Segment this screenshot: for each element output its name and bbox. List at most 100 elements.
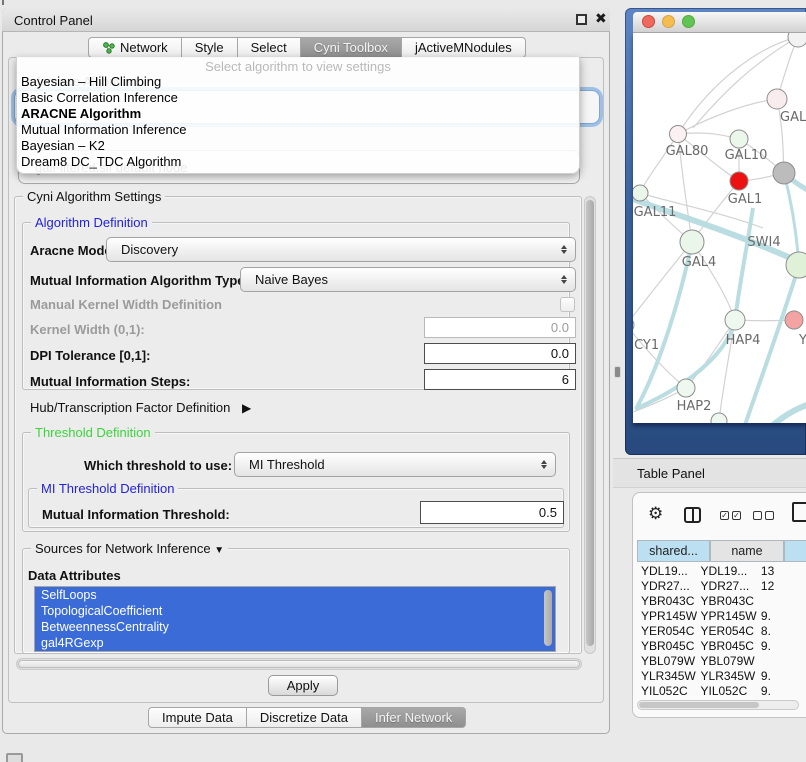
attribute-list-item[interactable]: BetweennessCentrality <box>35 619 555 635</box>
network-canvas[interactable]: GALGAL80GAL10GAL1GAL11GAL4SWI4HAP4YGCY1H… <box>633 33 806 423</box>
settings-vscrollbar-thumb[interactable] <box>586 200 594 646</box>
zoom-traffic-light-icon[interactable] <box>682 15 695 28</box>
algorithm-option[interactable]: Dream8 DC_TDC Algorithm <box>17 154 579 170</box>
minimized-panel-icon[interactable] <box>6 753 23 762</box>
table-cell: YIL052C <box>697 684 757 698</box>
table-row[interactable]: YIL052CYIL052C9. <box>637 683 806 697</box>
table-cell: YBR045C <box>697 639 757 653</box>
network-node-y[interactable] <box>785 311 803 329</box>
network-node-gal4[interactable] <box>680 230 704 254</box>
mi-threshold-label: Mutual Information Threshold: <box>42 507 230 522</box>
settings-vscrollbar-track[interactable] <box>584 196 596 654</box>
network-node-gal[interactable] <box>767 89 787 109</box>
attribute-list-item[interactable]: TopologicalCoefficient <box>35 603 555 619</box>
network-node-gal1[interactable] <box>730 172 748 190</box>
hub-definition-label: Hub/Transcription Factor Definition <box>30 400 230 415</box>
column-header-shared[interactable]: shared... <box>637 540 710 562</box>
network-node-gal11[interactable] <box>633 185 648 201</box>
tab-network[interactable]: Network <box>88 37 182 58</box>
table-row[interactable]: YER054CYER054C8. <box>637 623 806 638</box>
dpi-tolerance-field[interactable]: 0.0 <box>424 343 576 364</box>
network-window-titlebar[interactable] <box>633 12 806 33</box>
network-node-gcy1[interactable] <box>633 317 634 333</box>
table-row[interactable]: YBR043CYBR043C <box>637 593 806 608</box>
minimize-traffic-light-icon[interactable] <box>662 15 675 28</box>
network-node[interactable] <box>711 413 727 423</box>
tab-label: Cyni Toolbox <box>314 40 388 55</box>
tab-label: Discretize Data <box>260 710 348 725</box>
mi-type-label: Mutual Information Algorithm Type: <box>30 273 249 288</box>
table-cell: YBL079W <box>697 654 757 668</box>
settings-hscrollbar-thumb[interactable] <box>18 660 580 668</box>
collapse-arrow-icon[interactable]: ▼ <box>214 545 224 556</box>
aracne-mode-value: Discovery <box>121 242 178 257</box>
apply-button[interactable]: Apply <box>268 675 338 696</box>
corner-notch <box>2 0 4 5</box>
tab-style[interactable]: Style <box>182 37 238 58</box>
kernel-width-field[interactable]: 0.0 <box>424 317 576 338</box>
close-icon[interactable]: ✖ <box>595 10 607 27</box>
aracne-mode-combobox[interactable]: Discovery <box>106 237 576 262</box>
table-cell: YBR045C <box>637 639 697 653</box>
float-panel-icon[interactable] <box>576 14 587 25</box>
network-node[interactable] <box>773 162 795 184</box>
network-node-gal80[interactable] <box>670 126 687 143</box>
network-node-label: GAL80 <box>666 144 709 159</box>
attribute-list-item[interactable]: gal4RGexp <box>35 635 555 651</box>
hub-definition-expander[interactable]: Hub/Transcription Factor Definition ▶ <box>30 400 251 415</box>
algorithm-option[interactable]: ARACNE Algorithm <box>17 106 579 122</box>
algorithm-option[interactable]: Bayesian – Hill Climbing <box>17 74 579 90</box>
network-node-label: GAL11 <box>634 205 677 220</box>
cyni-algorithm-settings-title: Cyni Algorithm Settings <box>23 189 165 204</box>
network-node-gal10[interactable] <box>730 130 748 148</box>
tab-impute-data[interactable]: Impute Data <box>148 707 247 728</box>
table-cell: 8. <box>757 624 806 638</box>
settings-hscrollbar-track[interactable] <box>16 658 582 670</box>
close-traffic-light-icon[interactable] <box>642 15 655 28</box>
table-row[interactable]: YDL19...YDL19...13 <box>637 563 806 578</box>
table-panel-title: Table Panel <box>637 466 705 481</box>
mi-type-combobox[interactable]: Naive Bayes <box>240 267 576 292</box>
table-row[interactable]: YDR27...YDR27...12 <box>637 578 806 593</box>
table-row[interactable]: YBR045CYBR045C9. <box>637 638 806 653</box>
tab-discretize-data[interactable]: Discretize Data <box>247 707 362 728</box>
algorithm-option[interactable]: Bayesian – K2 <box>17 138 579 154</box>
which-threshold-label: Which threshold to use: <box>84 458 232 473</box>
deselect-all-icon[interactable] <box>753 511 774 520</box>
network-node[interactable] <box>788 33 806 47</box>
table-cell: YDR27... <box>697 579 757 593</box>
tab-select[interactable]: Select <box>238 37 301 58</box>
column-header-name[interactable]: name <box>710 540 784 562</box>
which-threshold-combobox[interactable]: MI Threshold <box>234 452 556 477</box>
node-table[interactable]: YDL19...YDL19...13YDR27...YDR27...12YBR0… <box>637 563 806 697</box>
table-hscrollbar-thumb[interactable] <box>639 702 759 708</box>
mi-steps-field[interactable]: 6 <box>424 369 576 390</box>
tab-jactivemnodules[interactable]: jActiveMNodules <box>402 37 526 58</box>
bottom-tab-bar: Impute Data Discretize Data Infer Network <box>148 707 466 728</box>
table-cell: YBR043C <box>697 594 757 608</box>
network-edge <box>692 242 735 320</box>
algorithm-option[interactable]: Mutual Information Inference <box>17 122 579 138</box>
column-header-cut[interactable] <box>784 540 806 562</box>
select-all-icon[interactable]: ✓ ✓ <box>720 511 741 520</box>
mi-threshold-field[interactable]: 0.5 <box>420 501 564 524</box>
table-hscrollbar-track[interactable] <box>637 700 799 710</box>
algorithm-option[interactable]: Basic Correlation Inference <box>17 90 579 106</box>
attribute-list-item[interactable]: SelfLoops <box>35 587 555 603</box>
table-row[interactable]: YPR145WYPR145W9. <box>637 608 806 623</box>
manual-kernel-checkbox[interactable] <box>560 297 575 312</box>
document-icon[interactable] <box>792 502 806 522</box>
table-row[interactable]: YBL079WYBL079W <box>637 653 806 668</box>
kernel-width-label: Kernel Width (0,1): <box>30 322 145 337</box>
network-node-hap4[interactable] <box>725 310 745 330</box>
network-node-hap2[interactable] <box>677 379 695 397</box>
tab-infer-network[interactable]: Infer Network <box>362 707 466 728</box>
list-scrollbar-thumb[interactable] <box>544 590 552 646</box>
tab-cyni-toolbox[interactable]: Cyni Toolbox <box>301 37 402 58</box>
split-columns-icon[interactable] <box>684 507 701 523</box>
data-attributes-list[interactable]: SelfLoopsTopologicalCoefficientBetweenne… <box>34 586 556 652</box>
splitter-cursor-icon[interactable] <box>615 367 620 377</box>
aracne-mode-label: Aracne Mode: <box>30 243 116 258</box>
table-row[interactable]: YLR345WYLR345W9. <box>637 668 806 683</box>
gear-icon[interactable]: ⚙ <box>648 504 663 524</box>
